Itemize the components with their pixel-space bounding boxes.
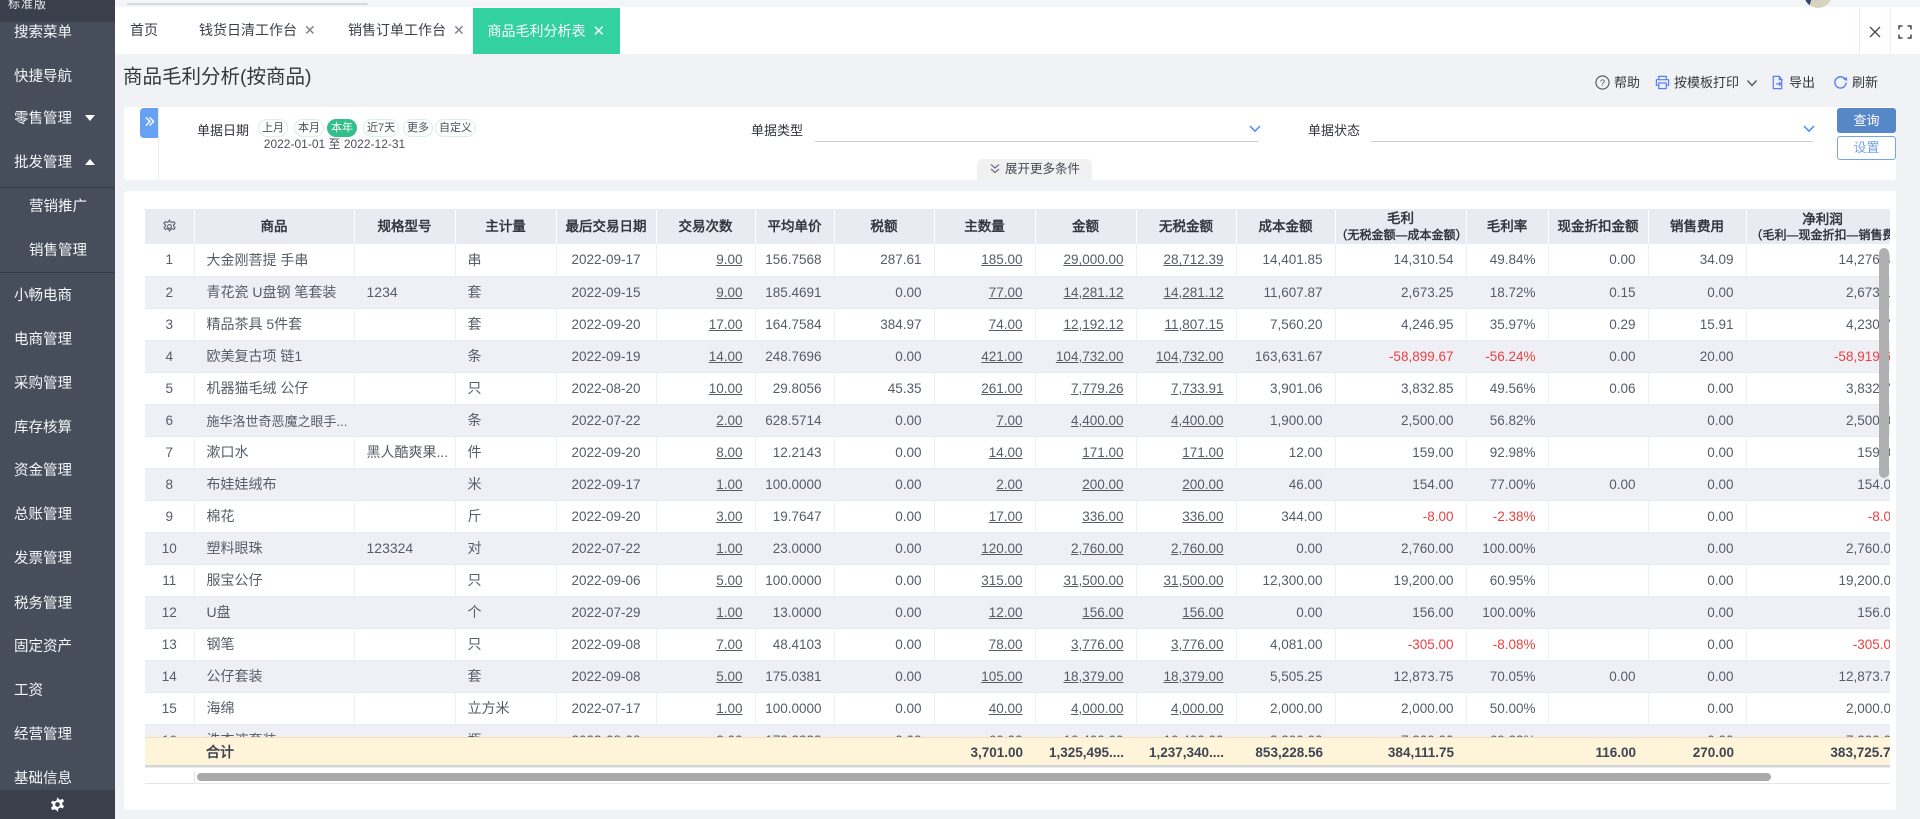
svg-text:?: ? — [1600, 78, 1605, 88]
